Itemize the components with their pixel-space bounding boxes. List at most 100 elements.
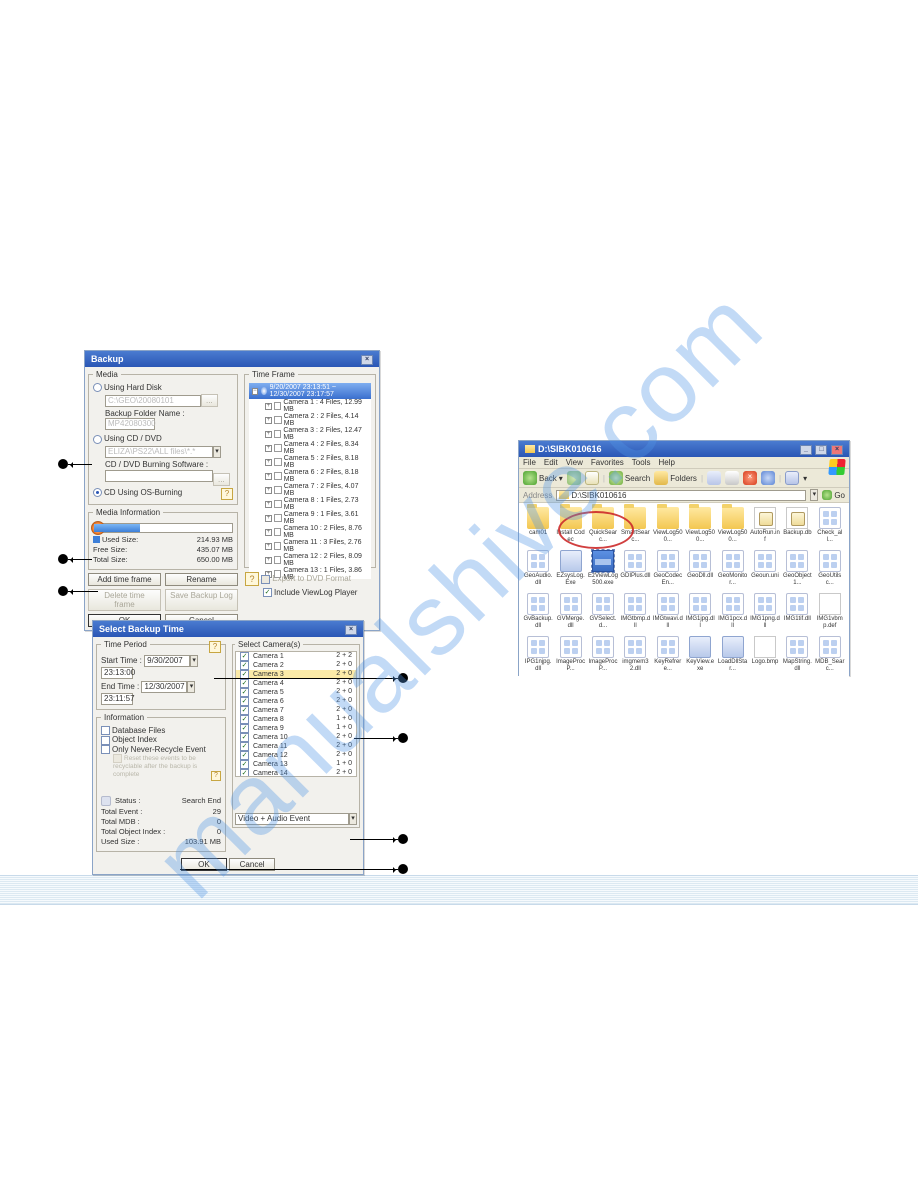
file-item[interactable]: EZsysLog.Exe bbox=[555, 550, 585, 587]
help-icon[interactable]: ? bbox=[245, 572, 259, 586]
file-item[interactable]: GVSelect.d... bbox=[588, 593, 618, 630]
file-item[interactable]: MDB_Searc... bbox=[815, 636, 845, 673]
event-type-select[interactable]: Video + Audio Event bbox=[235, 813, 349, 825]
file-item[interactable]: Check_all... bbox=[815, 507, 845, 544]
menu-item[interactable]: File bbox=[523, 458, 536, 467]
file-item[interactable]: IMG1tif.dll bbox=[782, 593, 812, 630]
file-item[interactable]: MapString.dll bbox=[782, 636, 812, 673]
camera-row[interactable]: Camera 142 + 0 bbox=[236, 769, 356, 777]
camera-row[interactable]: Camera 22 + 0 bbox=[236, 661, 356, 670]
close-icon[interactable]: × bbox=[831, 445, 843, 455]
file-item[interactable]: GVMerge.dll bbox=[555, 593, 585, 630]
camera-tree-item[interactable]: +Camera 6 : 2 Files, 8.18 MB bbox=[263, 469, 371, 483]
radio-cd[interactable] bbox=[93, 435, 102, 444]
file-item[interactable]: imgmem32.dll bbox=[620, 636, 650, 673]
menu-item[interactable]: Help bbox=[658, 458, 674, 467]
camera-tree-item[interactable]: +Camera 12 : 2 Files, 8.09 MB bbox=[263, 553, 371, 567]
file-item[interactable]: EzViewLog500.exe bbox=[588, 550, 618, 587]
file-item[interactable]: IMG1png.dll bbox=[750, 593, 780, 630]
camera-row[interactable]: Camera 112 + 0 bbox=[236, 742, 356, 751]
go-button[interactable]: Go bbox=[822, 490, 845, 500]
copy-button[interactable] bbox=[707, 471, 721, 485]
file-item[interactable]: ImageProcP... bbox=[555, 636, 585, 673]
camera-row[interactable]: Camera 131 + 0 bbox=[236, 760, 356, 769]
menu-item[interactable]: Favorites bbox=[591, 458, 624, 467]
camera-tree-item[interactable]: +Camera 11 : 3 Files, 2.76 MB bbox=[263, 539, 371, 553]
cd-path[interactable]: ELIZA\PS22\ALL files\*.* bbox=[105, 446, 213, 458]
file-item[interactable]: AutoRun.inf bbox=[750, 507, 780, 544]
camera-tree-item[interactable]: +Camera 4 : 2 Files, 8.34 MB bbox=[263, 441, 371, 455]
end-date-input[interactable]: 12/30/2007 bbox=[141, 681, 187, 693]
file-item[interactable]: KeyRefrere... bbox=[653, 636, 683, 673]
delete-button[interactable]: × bbox=[743, 471, 757, 485]
cd-sw-input[interactable] bbox=[105, 470, 213, 482]
move-button[interactable] bbox=[725, 471, 739, 485]
file-item[interactable]: GeoMonitor... bbox=[717, 550, 747, 587]
dropdown-icon[interactable]: ▾ bbox=[810, 489, 818, 501]
folder-name-input[interactable]: MP42080300 bbox=[105, 418, 155, 430]
help-icon[interactable]: ? bbox=[221, 488, 233, 500]
undo-button[interactable] bbox=[761, 471, 775, 485]
camera-row[interactable]: Camera 12 + 2 bbox=[236, 652, 356, 661]
menu-item[interactable]: Edit bbox=[544, 458, 558, 467]
end-time-input[interactable]: 23:11:57 bbox=[101, 693, 133, 705]
file-item[interactable]: IMG1jpg.dll bbox=[685, 593, 715, 630]
add-time-button[interactable]: Add time frame bbox=[88, 573, 161, 586]
file-item[interactable]: ViewLog500... bbox=[653, 507, 683, 544]
camera-row[interactable]: Camera 42 + 0 bbox=[236, 679, 356, 688]
file-item[interactable]: GeoCodecEn... bbox=[653, 550, 683, 587]
file-item[interactable]: IMG1vbmp.def bbox=[815, 593, 845, 630]
camera-row[interactable]: Camera 62 + 0 bbox=[236, 697, 356, 706]
camera-row[interactable]: Camera 102 + 0 bbox=[236, 733, 356, 742]
file-item[interactable]: GeoUtilsc... bbox=[815, 550, 845, 587]
maximize-icon[interactable]: □ bbox=[815, 445, 827, 455]
file-item[interactable]: ImageProcP... bbox=[588, 636, 618, 673]
folders-button[interactable]: Folders bbox=[654, 471, 697, 485]
menu-item[interactable]: View bbox=[566, 458, 583, 467]
file-item[interactable]: Logo.bmp bbox=[750, 636, 780, 673]
camera-tree-item[interactable]: +Camera 2 : 2 Files, 4.14 MB bbox=[263, 413, 371, 427]
views-button[interactable] bbox=[785, 471, 799, 485]
file-item[interactable]: GeoObject1... bbox=[782, 550, 812, 587]
close-icon[interactable]: × bbox=[361, 355, 373, 365]
file-item[interactable]: IPG1njpg.dll bbox=[523, 636, 553, 673]
help-icon[interactable]: ? bbox=[211, 771, 221, 781]
help-icon[interactable]: ? bbox=[209, 641, 221, 653]
back-button[interactable]: Back ▾ bbox=[523, 471, 563, 485]
address-input[interactable]: D:\SIBK010616 bbox=[556, 490, 806, 501]
camera-tree-item[interactable]: +Camera 10 : 2 Files, 8.76 MB bbox=[263, 525, 371, 539]
file-item[interactable]: IMGtwavi.dll bbox=[653, 593, 683, 630]
camera-tree-item[interactable]: +Camera 7 : 2 Files, 4.07 MB bbox=[263, 483, 371, 497]
hdd-path[interactable]: C:\GEO\20080101 bbox=[105, 395, 201, 407]
file-item[interactable]: ViewLog500... bbox=[717, 507, 747, 544]
radio-hdd[interactable] bbox=[93, 383, 102, 392]
include-checkbox[interactable] bbox=[263, 588, 272, 597]
camera-row[interactable]: Camera 52 + 0 bbox=[236, 688, 356, 697]
never-checkbox[interactable] bbox=[101, 745, 110, 754]
file-item[interactable]: QuickSearc... bbox=[588, 507, 618, 544]
dropdown-icon[interactable]: ▾ bbox=[187, 681, 195, 693]
camera-tree-item[interactable]: +Camera 5 : 2 Files, 8.18 MB bbox=[263, 455, 371, 469]
camera-tree-item[interactable]: +Camera 8 : 1 Files, 2.73 MB bbox=[263, 497, 371, 511]
file-item[interactable]: GeoDll.dll bbox=[685, 550, 715, 587]
start-time-input[interactable]: 23:13:00 bbox=[101, 667, 133, 679]
up-button[interactable] bbox=[585, 471, 599, 485]
camera-tree-item[interactable]: +Camera 3 : 2 Files, 12.47 MB bbox=[263, 427, 371, 441]
camera-tree-item[interactable]: +Camera 1 : 4 Files, 12.99 MB bbox=[263, 399, 371, 413]
close-icon[interactable]: × bbox=[345, 625, 357, 635]
file-item[interactable]: Backup.db bbox=[782, 507, 812, 544]
forward-button[interactable] bbox=[567, 471, 581, 485]
file-item[interactable]: Install Codec bbox=[555, 507, 585, 544]
obj-checkbox[interactable] bbox=[101, 736, 110, 745]
menu-item[interactable]: Tools bbox=[632, 458, 651, 467]
dropdown-icon[interactable]: ▾ bbox=[349, 813, 357, 825]
file-item[interactable]: GeoAudio.dll bbox=[523, 550, 553, 587]
file-item[interactable]: IMG1pcx.dll bbox=[717, 593, 747, 630]
camera-list[interactable]: Camera 12 + 2Camera 22 + 0Camera 32 + 0C… bbox=[235, 651, 357, 777]
start-date-input[interactable]: 9/30/2007 bbox=[144, 655, 190, 667]
file-item[interactable]: GvBackup.dll bbox=[523, 593, 553, 630]
dropdown-icon[interactable]: ▾ bbox=[190, 655, 198, 667]
file-item[interactable]: Geoun.uni bbox=[750, 550, 780, 587]
file-item[interactable]: cam01 bbox=[523, 507, 553, 544]
camera-row[interactable]: Camera 122 + 0 bbox=[236, 751, 356, 760]
